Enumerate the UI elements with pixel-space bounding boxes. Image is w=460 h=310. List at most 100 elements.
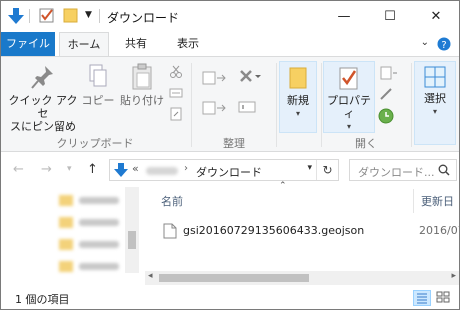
column-separator[interactable] (413, 189, 414, 213)
maximize-button[interactable]: ☐ (367, 1, 413, 31)
file-list: ⌃ 名前 更新日 gsi20160729135606433.geojson 20… (145, 181, 459, 287)
properties-icon (338, 67, 360, 94)
new-folder-icon (287, 67, 309, 94)
title-divider (99, 9, 100, 23)
select-label: 選択 (424, 92, 446, 105)
paste-shortcut-icon[interactable] (169, 107, 183, 124)
checkbox-icon[interactable] (39, 7, 55, 26)
refresh-icon[interactable]: ↻ (316, 160, 338, 180)
open-icon[interactable] (379, 65, 399, 84)
paste-label: 貼り付け (120, 94, 164, 107)
paste-icon (130, 63, 154, 94)
down-arrow-icon[interactable] (7, 7, 25, 28)
blurred-label (79, 241, 119, 248)
file-icon (163, 223, 177, 242)
select-button[interactable]: 選択 ▾ (415, 65, 455, 118)
breadcrumb-current[interactable]: ダウンロード (196, 164, 262, 180)
ribbon-separator (411, 63, 412, 147)
pin-quick-access-button[interactable]: クイック アクセ スにピン留め (7, 63, 79, 133)
folder-icon (59, 195, 73, 206)
chevron-down-icon[interactable]: ▼ (85, 10, 92, 20)
copy-button[interactable]: コピー (81, 63, 115, 107)
back-button[interactable]: ← (13, 162, 24, 177)
title-bar: ▼ ダウンロード — ☐ ✕ (1, 1, 459, 31)
blurred-crumb[interactable] (146, 167, 178, 175)
details-view-button[interactable] (413, 290, 431, 306)
ribbon-separator (191, 63, 192, 147)
breadcrumb-separator[interactable]: › (184, 163, 188, 174)
paste-button[interactable]: 貼り付け (119, 63, 165, 107)
item-count: 1 個の項目 (15, 293, 70, 306)
file-name[interactable]: gsi20160729135606433.geojson (183, 224, 364, 237)
ribbon-tabs: ファイル ホーム 共有 表示 ⌄ ? (1, 32, 459, 56)
history-icon[interactable] (377, 107, 395, 128)
window-title: ダウンロード (107, 11, 180, 25)
column-header-name[interactable]: 名前 (161, 193, 183, 209)
tab-share[interactable]: 共有 (113, 32, 159, 56)
down-arrow-icon (114, 162, 128, 181)
properties-button[interactable]: プロパティ ▾ (323, 65, 375, 133)
close-button[interactable]: ✕ (413, 1, 459, 31)
folder-icon (59, 217, 73, 228)
sort-indicator-icon: ⌃ (279, 181, 287, 191)
explorer-window: ▼ ダウンロード — ☐ ✕ ファイル ホーム 共有 表示 ⌄ ? クイック ア… (0, 0, 460, 310)
overflow-crumb[interactable]: « (132, 162, 139, 175)
ribbon-separator (276, 63, 277, 147)
navigation-bar: ← → ▾ ↑ « › ダウンロード ▾ ↻ ダウンロード... (1, 153, 459, 187)
search-icon[interactable] (438, 164, 450, 179)
properties-label: プロパティ (327, 94, 371, 120)
scissors-icon[interactable] (169, 65, 183, 82)
tiles-view-icon (435, 291, 451, 307)
blurred-label (79, 197, 119, 204)
edit-icon[interactable] (379, 87, 395, 104)
scroll-left-icon[interactable]: ◂ (148, 271, 153, 281)
copy-label: コピー (81, 94, 115, 107)
blurred-label (79, 263, 119, 270)
tab-view[interactable]: 表示 (165, 32, 211, 56)
scrollbar-thumb[interactable] (159, 274, 309, 282)
copy-icon (87, 64, 109, 94)
column-header-modified[interactable]: 更新日 (421, 193, 454, 209)
scrollbar-thumb[interactable] (128, 231, 136, 249)
recent-locations-button[interactable]: ▾ (67, 164, 72, 174)
table-row[interactable]: gsi20160729135606433.geojson 2016/07 (145, 221, 459, 241)
new-folder-button[interactable]: 新規 ▾ (281, 65, 315, 120)
chevron-down-icon: ▾ (432, 107, 437, 116)
folder-icon[interactable] (63, 7, 79, 26)
help-icon[interactable]: ? (437, 37, 451, 54)
forward-button[interactable]: → (41, 162, 52, 177)
blurred-label (79, 219, 119, 226)
tab-home[interactable]: ホーム (59, 32, 109, 56)
up-button[interactable]: ↑ (87, 162, 98, 177)
organize-group-label: 整理 (223, 137, 245, 150)
copy-path-icon[interactable] (169, 87, 183, 102)
folder-icon (59, 261, 73, 272)
chevron-down-icon[interactable]: ▾ (307, 163, 312, 173)
ribbon: クイック アクセ スにピン留め コピー 貼り付け クリップボード 整理 新規 ▾… (1, 56, 459, 152)
rename-icon[interactable] (237, 99, 259, 118)
tiles-view-button[interactable] (435, 290, 453, 306)
clipboard-group-label: クリップボード (56, 137, 134, 150)
details-view-icon (414, 293, 430, 308)
delete-icon[interactable] (237, 67, 261, 90)
address-bar[interactable]: « › ダウンロード ▾ ↻ (109, 159, 339, 181)
pin-label: クイック アクセ スにピン留め (8, 94, 78, 133)
chevron-down-icon: ▾ (346, 122, 351, 131)
search-placeholder: ダウンロード... (358, 166, 435, 179)
collapse-ribbon-icon[interactable]: ⌄ (421, 37, 429, 48)
scroll-right-icon[interactable]: ▸ (451, 271, 456, 281)
copy-to-icon[interactable] (201, 99, 227, 120)
file-modified: 2016/07 (419, 224, 459, 237)
open-group-label: 開く (355, 137, 377, 150)
move-to-icon[interactable] (201, 69, 227, 90)
svg-text:?: ? (441, 40, 446, 51)
search-input[interactable]: ダウンロード... (349, 159, 457, 181)
horizontal-scrollbar[interactable]: ◂ ▸ (145, 271, 459, 285)
pin-icon (30, 66, 56, 94)
folder-icon (59, 239, 73, 250)
minimize-button[interactable]: — (321, 1, 367, 31)
select-icon (423, 66, 447, 92)
ribbon-separator (321, 63, 322, 147)
tab-file[interactable]: ファイル (1, 32, 55, 56)
nav-scrollbar[interactable] (125, 187, 139, 273)
